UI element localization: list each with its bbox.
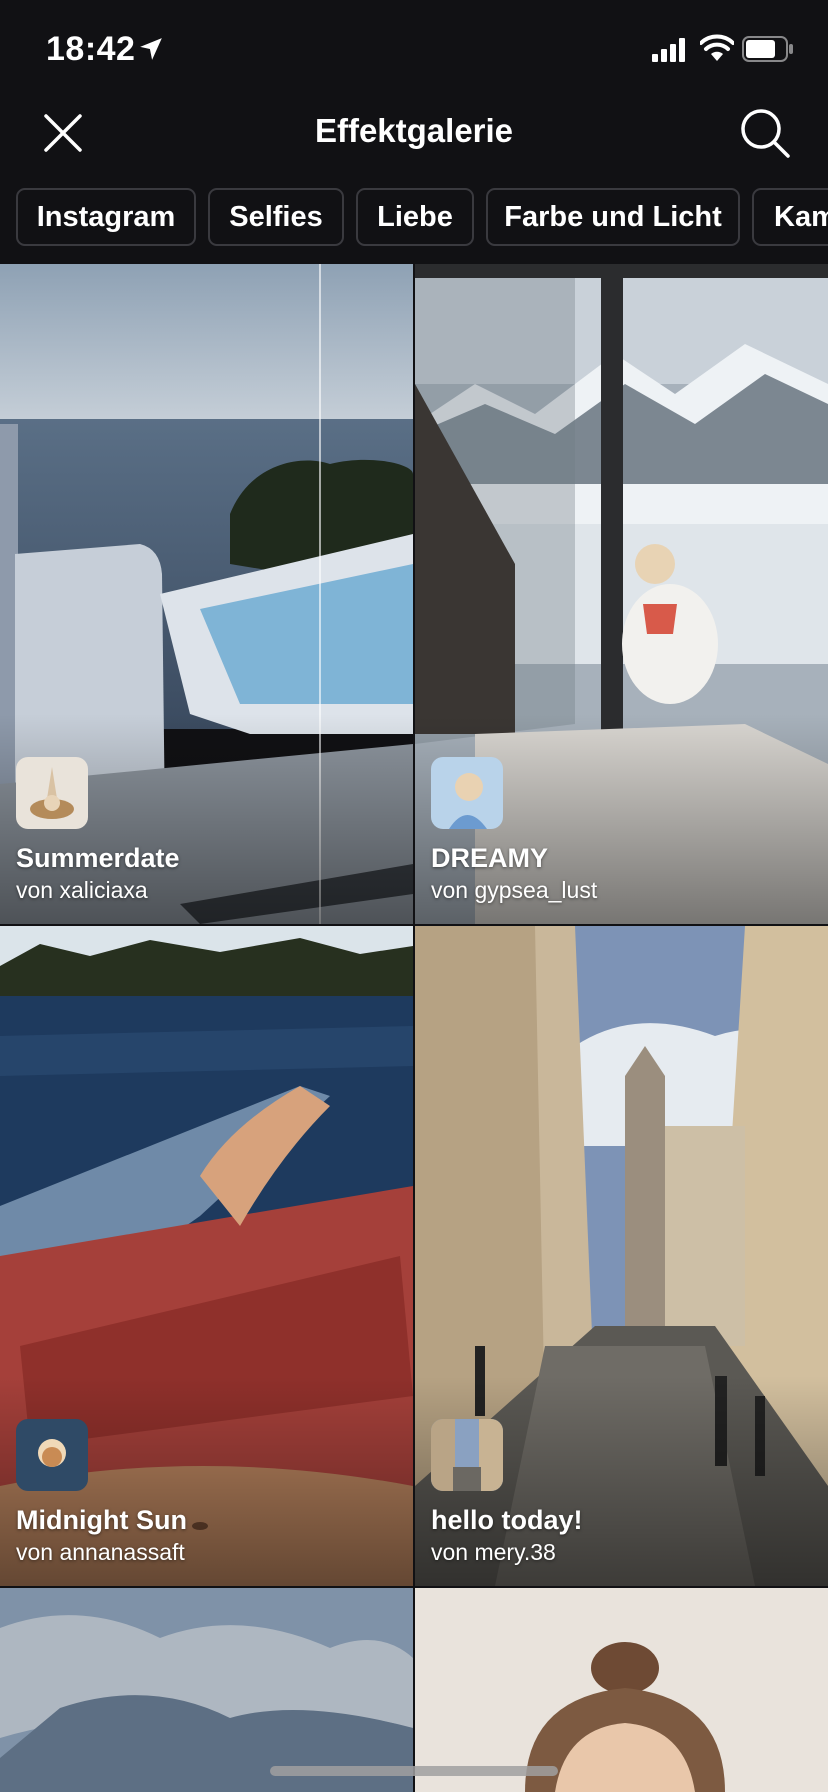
effect-author: von mery.38 — [431, 1539, 556, 1565]
effect-name: DREAMY — [431, 843, 549, 873]
wifi-icon — [700, 34, 734, 61]
category-chips: Instagram Selfies Liebe Farbe und Licht … — [0, 188, 828, 250]
search-icon[interactable] — [738, 106, 792, 160]
header: Effektgalerie — [0, 96, 828, 168]
effect-tile-midnight-sun[interactable]: Midnight Sun von annanassaft — [0, 926, 413, 1586]
effect-preview-image — [415, 1588, 828, 1792]
creator-avatar — [16, 757, 88, 829]
effects-grid: Summerdate von xaliciaxa DREAMY von gyps… — [0, 264, 828, 1792]
page-title: Effektgalerie — [314, 112, 514, 149]
status-bar: 18:42 — [0, 0, 828, 96]
location-arrow-icon — [140, 38, 162, 60]
status-time: 18:42 — [46, 30, 136, 68]
effect-author: von gypsea_lust — [431, 877, 598, 903]
effect-name: Summerdate — [16, 843, 180, 873]
creator-avatar — [16, 1419, 88, 1491]
effect-author: von annanassaft — [16, 1539, 185, 1565]
home-indicator[interactable] — [270, 1766, 558, 1776]
cellular-signal-icon — [652, 38, 685, 62]
effect-preview-image — [0, 1588, 413, 1792]
creator-avatar — [431, 1419, 503, 1491]
effect-author: von xaliciaxa — [16, 877, 148, 903]
creator-avatar — [431, 757, 503, 829]
chip-farbe-und-licht[interactable]: Farbe und Licht — [486, 188, 740, 246]
effect-tile-partial[interactable] — [415, 1588, 828, 1792]
chip-instagram[interactable]: Instagram — [16, 188, 196, 246]
effect-tile-partial[interactable] — [0, 1588, 413, 1792]
effect-name: hello today! — [431, 1505, 583, 1535]
effect-name: Midnight Sun — [16, 1505, 187, 1535]
chip-liebe[interactable]: Liebe — [356, 188, 474, 246]
effect-tile-summerdate[interactable]: Summerdate von xaliciaxa — [0, 264, 413, 924]
chip-kamera[interactable]: Kam — [752, 188, 828, 246]
chip-selfies[interactable]: Selfies — [208, 188, 344, 246]
effect-tile-hello-today[interactable]: hello today! von mery.38 — [415, 926, 828, 1586]
effect-tile-dreamy[interactable]: DREAMY von gypsea_lust — [415, 264, 828, 924]
battery-icon — [742, 36, 793, 62]
